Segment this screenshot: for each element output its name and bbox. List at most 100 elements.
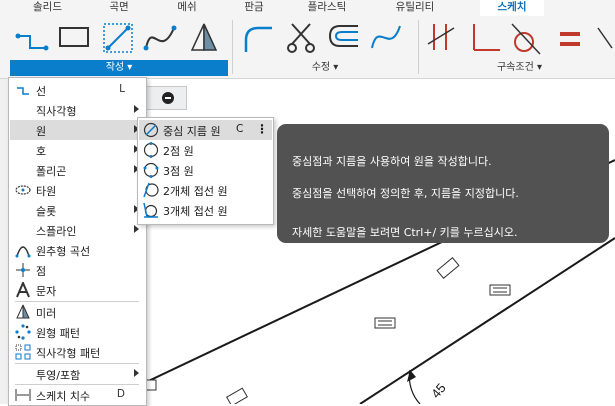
parallel-constraint-glyph[interactable]: [374, 317, 396, 329]
ellipse-icon: [15, 185, 31, 195]
spline-icon[interactable]: [142, 20, 178, 56]
menu-item-label: 스플라인: [36, 225, 77, 238]
menu-item-ellipse[interactable]: 타원: [10, 180, 145, 200]
menu-item-label: 문자: [36, 285, 57, 298]
tab-mesh[interactable]: 메쉬: [168, 0, 206, 16]
chevron-right-icon: [134, 225, 139, 233]
menu-item-label: 투영/포함: [36, 369, 81, 382]
chevron-right-icon: [134, 105, 139, 113]
menu-item-slot[interactable]: 슬롯: [10, 200, 145, 220]
shortcut-label: C: [236, 123, 244, 135]
tab-sheet-metal[interactable]: 판금: [235, 0, 273, 16]
create-sketch-icon[interactable]: [14, 20, 50, 56]
menu-item-label: 직사각형 패턴: [36, 347, 101, 360]
menu-item-spline[interactable]: 스플라인: [10, 220, 145, 240]
tab-surface[interactable]: 곡면: [100, 0, 138, 16]
menu-item-label: 타원: [36, 185, 57, 198]
circle-icon[interactable]: [100, 20, 136, 56]
menu-item-text[interactable]: 문자: [10, 280, 145, 300]
submenu-item-label: 3개체 접선 원: [163, 205, 228, 218]
minus-circle-icon[interactable]: [146, 87, 186, 109]
tab-solid[interactable]: 솔리드: [25, 0, 70, 16]
menu-item-arc[interactable]: 호: [10, 140, 145, 160]
submenu-item-three-point-circle[interactable]: 3점 원: [139, 160, 272, 180]
create-label: 작성: [105, 62, 125, 73]
submenu-item-label: 중심 지름 원: [163, 125, 221, 138]
menu-item-point[interactable]: 점: [10, 260, 145, 280]
submenu-item-label: 2개체 접선 원: [163, 185, 228, 198]
menu-item-label: 슬롯: [36, 205, 57, 218]
menu-item-rectangle[interactable]: 직사각형: [10, 100, 145, 120]
submenu-item-center-diameter-circle[interactable]: 중심 지름 원 C ⋮: [139, 120, 272, 140]
chevron-right-icon: [134, 369, 139, 377]
menu-item-sketch-dimension[interactable]: 스케치 치수 D: [10, 385, 145, 405]
parallel-constraint-glyph[interactable]: [226, 387, 248, 404]
shortcut-label: L: [119, 83, 125, 95]
two-point-circle-icon: [143, 142, 159, 158]
tab-utilities[interactable]: 유틸리티: [385, 0, 445, 16]
menu-item-label: 호: [36, 145, 47, 158]
create-menu: 선 L 직사각형 원 호 폴리곤 타원 슬롯 스플라인 원추형 곡선 점 문자: [8, 77, 147, 406]
rectangular-pattern-icon: [15, 344, 31, 360]
fillet-icon[interactable]: [240, 20, 276, 56]
conic-curve-icon: [15, 246, 31, 258]
submenu-item-three-tangent-circle[interactable]: 3개체 접선 원: [139, 200, 272, 220]
modify-label: 수정: [311, 62, 331, 73]
trim-scissors-icon[interactable]: [284, 20, 320, 56]
coincident-constraint-icon[interactable]: [424, 20, 460, 56]
menu-item-conic-curve[interactable]: 원추형 곡선: [10, 240, 145, 260]
more-options-icon[interactable]: ⋮: [256, 122, 268, 136]
menu-item-label: 점: [36, 265, 47, 278]
submenu-item-label: 2점 원: [163, 145, 194, 158]
menu-item-line[interactable]: 선 L: [10, 80, 145, 100]
mirror-icon: [16, 304, 30, 319]
menu-item-label: 원형 패턴: [36, 327, 80, 340]
menu-item-project-include[interactable]: 투영/포함: [10, 364, 145, 384]
ribbon-tabs: 솔리드 곡면 메쉬 판금 플라스틱 유틸리티 스케치: [0, 0, 615, 18]
point-icon: [16, 263, 30, 277]
dimension-text[interactable]: 45: [428, 380, 449, 401]
three-point-circle-icon: [143, 162, 159, 178]
menu-item-mirror[interactable]: 미러: [10, 302, 145, 322]
rectangle-icon[interactable]: [56, 20, 92, 56]
tangent-constraint-icon[interactable]: [508, 20, 544, 56]
parallel-constraint-glyph[interactable]: [489, 284, 511, 296]
modify-dropdown[interactable]: 수정 ▾: [240, 60, 410, 76]
tooltip-line: 자세한 도움말을 보려면 Ctrl+/ 키를 누르십시오.: [292, 226, 518, 239]
menu-item-label: 직사각형: [36, 105, 77, 118]
tab-plastic[interactable]: 플라스틱: [297, 0, 357, 16]
tooltip-line: 중심점과 지름을 사용하여 원을 작성합니다.: [292, 155, 492, 168]
circular-pattern-icon: [15, 324, 31, 340]
menu-item-rectangular-pattern[interactable]: 직사각형 패턴: [10, 342, 145, 362]
ribbon-toolbar: 작성 ▾ 수정 ▾ 구속조건 ▾: [0, 16, 615, 79]
group-divider: [418, 20, 419, 74]
menu-item-circular-pattern[interactable]: 원형 패턴: [10, 322, 145, 342]
parallel-constraint-glyph[interactable]: [436, 257, 460, 279]
mirror-icon[interactable]: [186, 20, 222, 56]
menu-item-circle[interactable]: 원: [10, 120, 145, 140]
constraints-label: 구속조건: [496, 62, 534, 73]
menu-item-label: 폴리곤: [36, 165, 67, 178]
equal-constraint-icon[interactable]: [552, 20, 588, 56]
shortcut-label: D: [116, 388, 125, 400]
menu-item-label: 스케치 치수: [36, 390, 91, 403]
curve-icon[interactable]: [368, 20, 404, 56]
submenu-item-two-point-circle[interactable]: 2점 원: [139, 140, 272, 160]
parallel-constraint-icon[interactable]: [592, 20, 615, 56]
circle-submenu: 중심 지름 원 C ⋮ 2점 원 3점 원 2개체 접선 원 3개체 접선 원: [137, 117, 274, 225]
three-tangent-circle-icon: [143, 202, 158, 218]
submenu-item-label: 3점 원: [163, 165, 194, 178]
menu-item-label: 미러: [36, 307, 57, 320]
menu-item-polygon[interactable]: 폴리곤: [10, 160, 145, 180]
create-dropdown[interactable]: 작성 ▾: [10, 60, 228, 76]
center-diameter-circle-icon: [143, 122, 159, 138]
group-divider: [232, 20, 233, 74]
submenu-item-two-tangent-circle[interactable]: 2개체 접선 원: [139, 180, 272, 200]
offset-icon[interactable]: [326, 20, 362, 56]
sketch-dimension-icon: [15, 389, 31, 401]
menu-item-label: 원: [36, 125, 47, 138]
perpendicular-constraint-icon[interactable]: [466, 20, 502, 56]
text-icon: [16, 282, 30, 298]
line-icon: [17, 87, 29, 95]
constraints-dropdown[interactable]: 구속조건 ▾: [424, 60, 615, 76]
